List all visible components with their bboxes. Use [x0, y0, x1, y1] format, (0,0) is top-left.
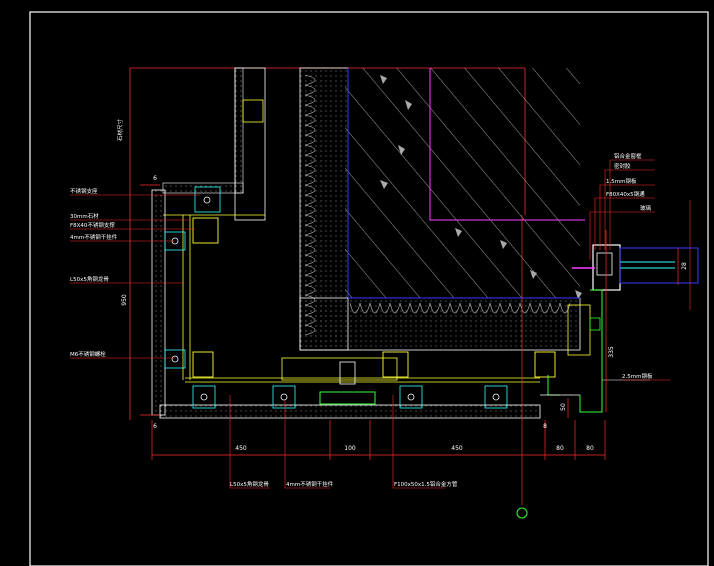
dim-mark-2: 8	[543, 423, 547, 430]
concrete-structure	[345, 68, 585, 299]
right-dimension-line	[567, 200, 691, 418]
dim-right-small: 50	[560, 403, 567, 411]
left-stone-panel	[151, 186, 221, 416]
left-label-0: 不锈钢支座	[70, 187, 98, 195]
dim-bottom-2: 450	[451, 445, 463, 452]
right-label-4: 玻璃	[640, 204, 652, 212]
left-label-2: F8X40不锈钢支撑	[70, 221, 115, 229]
bottom-stone-panel	[159, 351, 556, 419]
insulation-horizontal	[299, 297, 581, 351]
left-label-4: L50x5角钢龙骨	[70, 275, 109, 283]
dim-right-window: 28	[681, 262, 688, 270]
axis-bubble	[516, 507, 528, 519]
dim-bottom-0: 450	[235, 445, 247, 452]
bottom-label-2: F100x50x1.5铝合金方管	[394, 480, 458, 488]
dim-right-lower: 335	[608, 346, 615, 358]
cad-detail-drawing: 不锈钢支座 30mm石材 F8X40不锈钢支撑 4mm不锈钢干挂件 L50x5角…	[29, 11, 709, 566]
left-label-3: 4mm不锈钢干挂件	[70, 233, 118, 241]
upper-stone-panel	[162, 67, 266, 221]
left-label-1: 30mm石材	[70, 212, 99, 220]
dim-left: 950	[121, 294, 128, 306]
right-label-0: 铝合金窗框	[614, 152, 642, 160]
bottom-label-1: 4mm不锈钢干挂件	[286, 480, 334, 488]
right-label-5: 2.5mm钢板	[622, 372, 653, 380]
left-label-5: M6不锈钢螺栓	[70, 350, 106, 358]
vertical-label: 石材尺寸	[116, 119, 124, 142]
dim-bottom-1: 100	[344, 445, 356, 452]
right-label-2: 1.5mm钢板	[606, 177, 637, 185]
dim-mark-1: 6	[153, 423, 157, 430]
dim-mark-0: 6	[153, 175, 157, 182]
bottom-label-0: L50x5角钢龙骨	[230, 480, 269, 488]
right-label-1: 密封胶	[614, 162, 631, 170]
dim-bottom-3: 80	[556, 445, 564, 452]
right-label-3: F80X40x5钢通	[606, 190, 645, 198]
dim-bottom-4: 80	[586, 445, 594, 452]
